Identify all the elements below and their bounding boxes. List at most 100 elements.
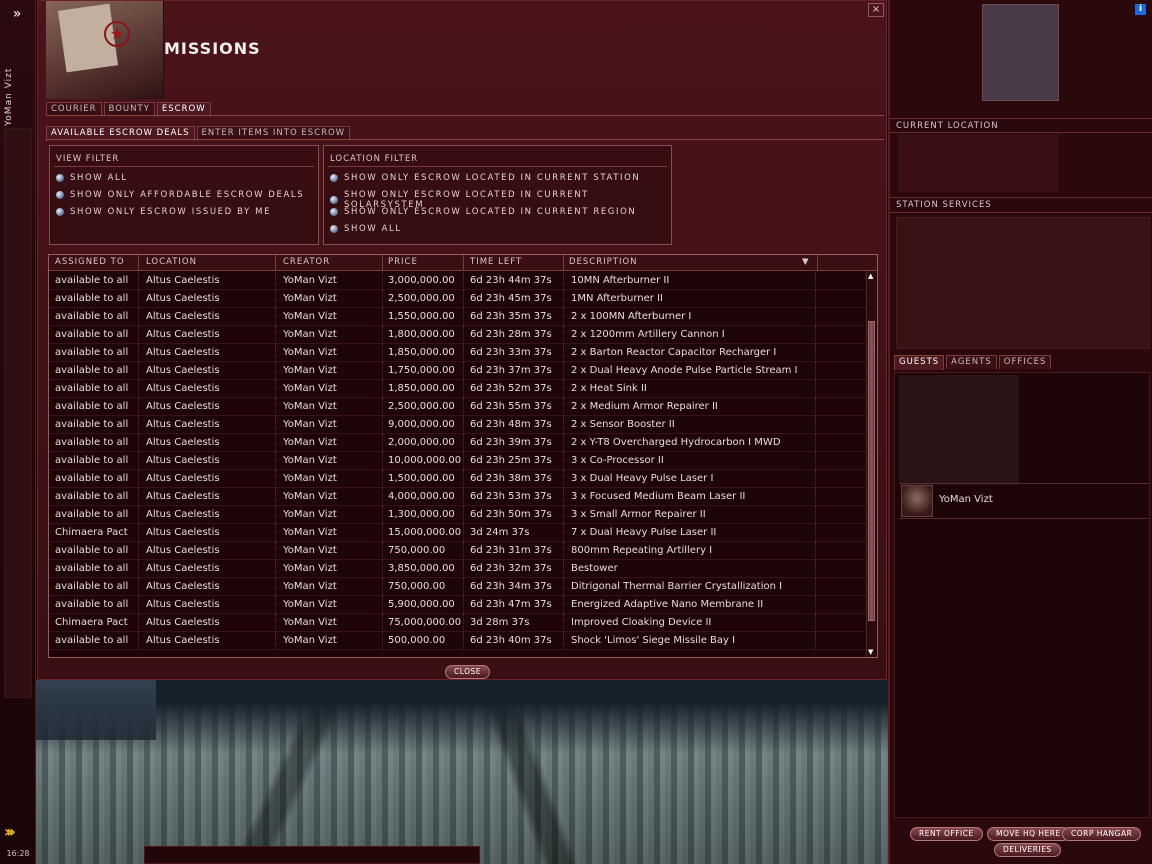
sort-descending-icon[interactable]: ▼ [802,257,810,267]
tab-offices[interactable]: OFFICES [998,355,1052,369]
tab-enter-items-into-escrow[interactable]: ENTER ITEMS INTO ESCROW [196,126,351,140]
table-row[interactable]: available to all Altus Caelestis YoMan Viz… [49,290,867,308]
column-separator [382,326,383,344]
column-header-creator[interactable]: CREATOR [283,257,330,267]
table-row[interactable]: available to all Altus Caelestis YoMan Viz… [49,344,867,362]
cell-creator: YoMan Vizt [283,293,337,304]
cell-location: Altus Caelestis [146,293,220,304]
column-separator [463,290,464,308]
table-row[interactable]: available to all Altus Caelestis YoMan Viz… [49,596,867,614]
column-separator [563,326,564,344]
move-hq-here-button[interactable]: MOVE HQ HERE [987,827,1070,841]
table-row[interactable]: available to all Altus Caelestis YoMan Viz… [49,542,867,560]
column-separator [463,596,464,614]
cell-creator: YoMan Vizt [283,401,337,412]
column-header-assigned-to[interactable]: ASSIGNED TO [55,257,125,267]
column-resize-handle[interactable] [275,255,276,271]
radio-label: SHOW ALL [70,173,128,183]
escrow-deals-table: ASSIGNED TO LOCATION CREATOR PRICE TIME … [48,254,878,658]
collapse-neocom-icon[interactable]: » [6,6,28,24]
location-filter-divider [328,166,667,167]
cell-time-left: 6d 23h 37m 37s [470,365,552,376]
table-row[interactable]: available to all Altus Caelestis YoMan Viz… [49,434,867,452]
radio-view-show-all[interactable]: SHOW ALL [56,173,128,183]
radio-location-station[interactable]: SHOW ONLY ESCROW LOCATED IN CURRENT STAT… [330,173,640,183]
table-row[interactable]: available to all Altus Caelestis YoMan Viz… [49,308,867,326]
table-row[interactable]: available to all Altus Caelestis YoMan Viz… [49,578,867,596]
column-separator [382,506,383,524]
tab-courier[interactable]: COURIER [46,102,102,116]
column-separator [138,452,139,470]
neocom-expand-chevron-icon[interactable]: ››› [4,822,32,844]
cell-price: 75,000,000.00 [388,617,462,628]
close-window-icon[interactable]: × [868,3,884,17]
table-row[interactable]: available to all Altus Caelestis YoMan Viz… [49,488,867,506]
table-scrollbar[interactable]: ▲ ▼ [866,271,876,657]
column-separator [275,488,276,506]
scrollbar-thumb[interactable] [868,321,875,621]
column-header-price[interactable]: PRICE [388,257,418,267]
table-row[interactable]: available to all Altus Caelestis YoMan Viz… [49,452,867,470]
cell-time-left: 6d 23h 32m 37s [470,563,552,574]
column-resize-handle[interactable] [563,255,564,271]
cell-creator: YoMan Vizt [283,383,337,394]
scroll-down-icon[interactable]: ▼ [868,648,873,656]
radio-view-affordable[interactable]: SHOW ONLY AFFORDABLE ESCROW DEALS [56,190,304,200]
corp-hangar-button[interactable]: CORP HANGAR [1062,827,1142,841]
table-row[interactable]: available to all Altus Caelestis YoMan Viz… [49,506,867,524]
guest-row[interactable]: YoMan Vizt [899,483,1149,519]
column-separator [138,344,139,362]
table-row[interactable]: available to all Altus Caelestis YoMan Viz… [49,398,867,416]
column-resize-handle[interactable] [463,255,464,271]
cell-description: 2 x Dual Heavy Anode Pulse Particle Stre… [571,365,798,376]
table-row[interactable]: Chimaera Pact Altus Caelestis YoMan Vizt 75… [49,614,867,632]
deliveries-button[interactable]: DELIVERIES [994,843,1061,857]
info-icon[interactable]: i [1135,4,1146,15]
cell-time-left: 6d 23h 44m 37s [470,275,552,286]
column-resize-handle[interactable] [817,255,818,271]
location-filter-title: LOCATION FILTER [330,154,419,164]
table-row[interactable]: available to all Altus Caelestis YoMan Viz… [49,470,867,488]
column-header-description[interactable]: DESCRIPTION [569,257,638,267]
tab-agents[interactable]: AGENTS [946,355,997,369]
table-row[interactable]: available to all Altus Caelestis YoMan Viz… [49,380,867,398]
column-header-location[interactable]: LOCATION [146,257,197,267]
avatar[interactable] [901,485,933,517]
rent-office-button[interactable]: RENT OFFICE [910,827,983,841]
table-row[interactable]: available to all Altus Caelestis YoMan Viz… [49,560,867,578]
column-separator [275,506,276,524]
radio-location-region[interactable]: SHOW ONLY ESCROW LOCATED IN CURRENT REGI… [330,207,636,217]
tab-bounty[interactable]: BOUNTY [103,102,155,116]
radio-location-show-all[interactable]: SHOW ALL [330,224,402,234]
column-separator [563,506,564,524]
cell-assigned-to: available to all [55,563,129,574]
cell-price: 4,000,000.00 [388,491,455,502]
tab-guests[interactable]: GUESTS [894,355,945,370]
cell-location: Altus Caelestis [146,275,220,286]
cell-creator: YoMan Vizt [283,473,337,484]
station-hangar-view[interactable] [36,680,888,864]
cell-creator: YoMan Vizt [283,509,337,520]
pilot-name-label[interactable]: YoMan Vizt [4,64,24,126]
column-separator [815,614,816,632]
column-separator [382,470,383,488]
cell-description: Improved Cloaking Device II [571,617,712,628]
column-separator [275,596,276,614]
table-row[interactable]: available to all Altus Caelestis YoMan Viz… [49,632,867,650]
column-separator [563,398,564,416]
cell-assigned-to: available to all [55,347,129,358]
table-row[interactable]: available to all Altus Caelestis YoMan Viz… [49,272,867,290]
column-resize-handle[interactable] [138,255,139,271]
table-row[interactable]: available to all Altus Caelestis YoMan Viz… [49,326,867,344]
column-resize-handle[interactable] [382,255,383,271]
table-row[interactable]: available to all Altus Caelestis YoMan Viz… [49,362,867,380]
close-button[interactable]: CLOSE [445,665,491,679]
scroll-up-icon[interactable]: ▲ [868,272,873,280]
cell-time-left: 6d 23h 35m 37s [470,311,552,322]
column-header-time-left[interactable]: TIME LEFT [470,257,522,267]
station-services-area [896,217,1150,349]
radio-view-issued-by-me[interactable]: SHOW ONLY ESCROW ISSUED BY ME [56,207,271,217]
table-row[interactable]: Chimaera Pact Altus Caelestis YoMan Vizt 15… [49,524,867,542]
column-separator [563,362,564,380]
table-row[interactable]: available to all Altus Caelestis YoMan Viz… [49,416,867,434]
